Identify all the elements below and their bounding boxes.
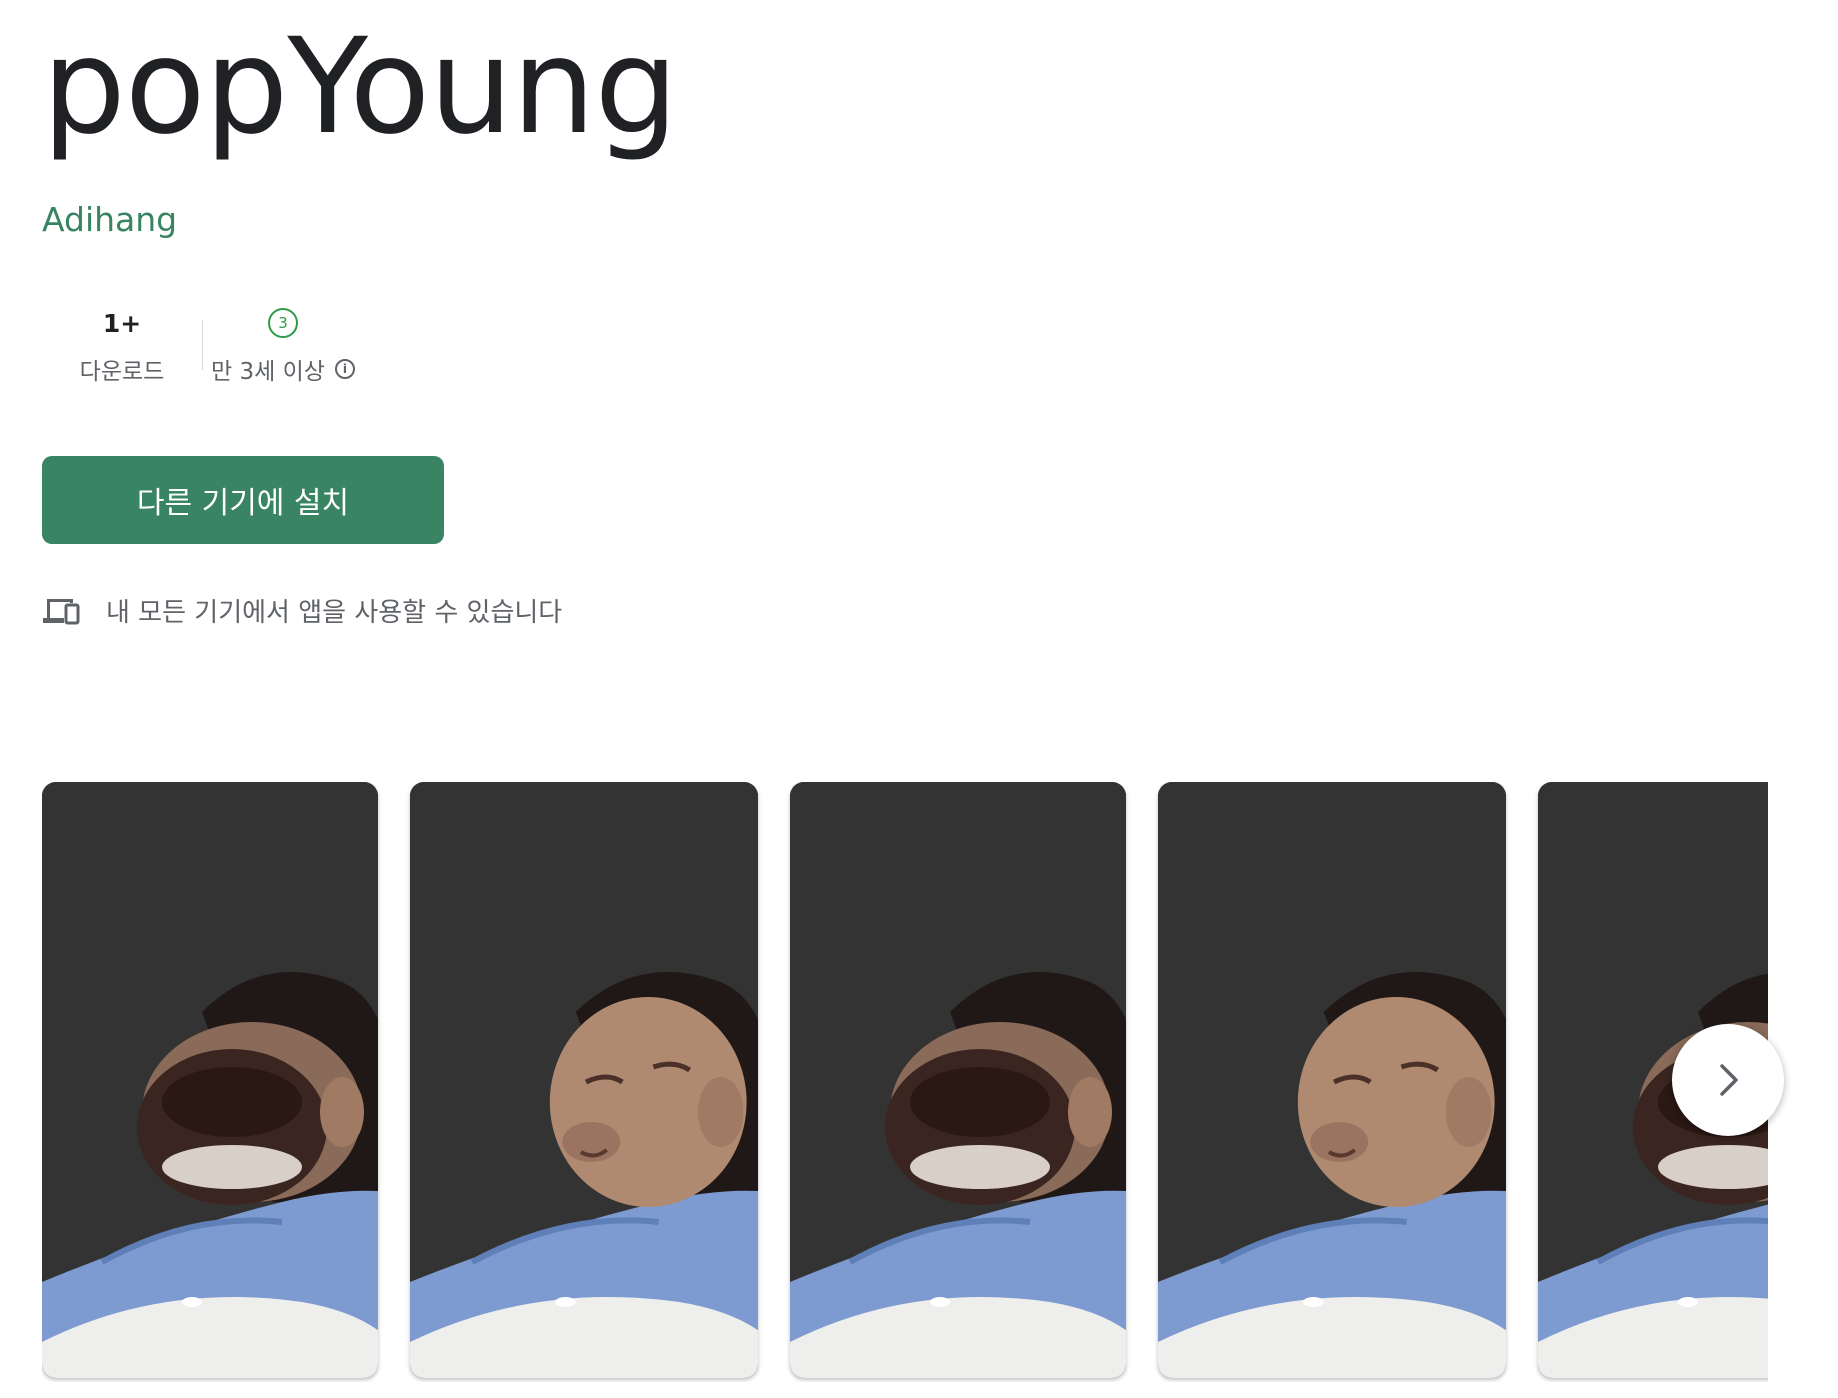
screenshot-4[interactable]: [1158, 782, 1506, 1378]
chevron-right-icon: [1720, 1064, 1738, 1096]
app-stats: 1+ 다운로드 3 만 3세 이상 i: [42, 300, 363, 400]
content-rating-badge-icon: 3: [268, 308, 298, 338]
screenshot-carousel: [42, 782, 1768, 1382]
screenshot-3[interactable]: [790, 782, 1126, 1378]
info-icon[interactable]: i: [334, 359, 355, 379]
device-availability-note: 내 모든 기기에서 앱을 사용할 수 있습니다: [42, 592, 562, 629]
downloads-value: 1+: [102, 308, 142, 338]
content-rating-stat: 3 만 3세 이상 i: [203, 300, 363, 400]
app-details-page: popYoung Adihang 1+ 다운로드 3 만 3세 이상 i 다른 …: [42, 0, 1802, 1398]
carousel-next-button[interactable]: [1672, 1024, 1784, 1136]
app-title: popYoung: [42, 10, 678, 164]
screenshot-2[interactable]: [410, 782, 758, 1378]
install-on-other-device-button[interactable]: 다른 기기에 설치: [42, 456, 444, 544]
downloads-label: 다운로드: [79, 359, 165, 385]
device-note-text: 내 모든 기기에서 앱을 사용할 수 있습니다: [106, 598, 563, 628]
screenshot-1[interactable]: [42, 782, 378, 1378]
devices-icon: [43, 598, 80, 624]
downloads-stat: 1+ 다운로드: [42, 300, 202, 400]
developer-link[interactable]: Adihang: [42, 198, 177, 242]
content-rating-label: 만 3세 이상: [211, 359, 325, 385]
